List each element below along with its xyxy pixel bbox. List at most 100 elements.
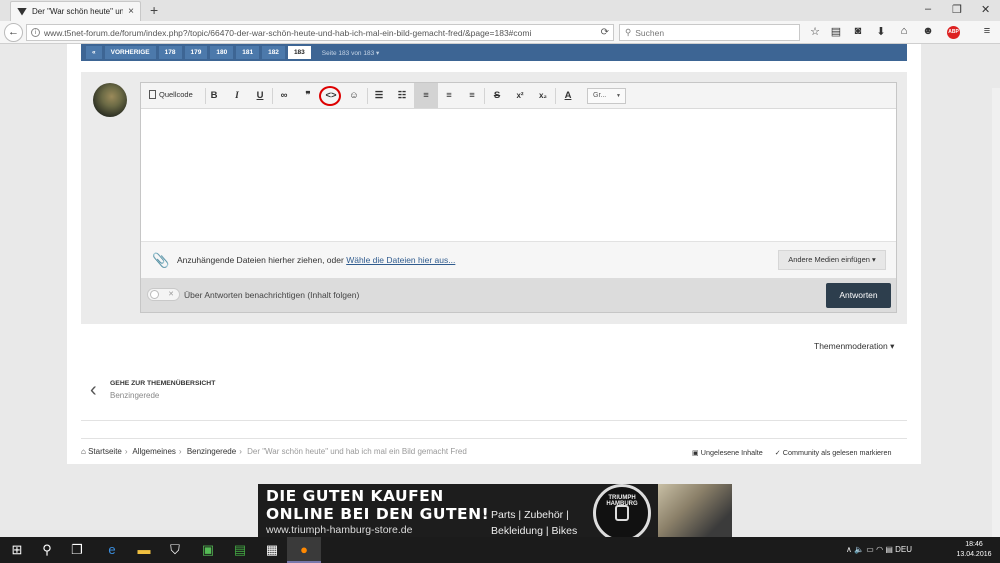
page-link[interactable]: 179 (184, 46, 208, 59)
link-icon[interactable]: ∞ (277, 89, 291, 103)
page-link[interactable]: 178 (158, 46, 182, 59)
url-text[interactable]: www.t5net-forum.de/forum/index.php?/topi… (44, 28, 597, 38)
text-color-icon[interactable]: A (560, 89, 576, 103)
paperclip-icon: 📎 (152, 252, 170, 268)
page-summary-dropdown[interactable]: Seite 183 von 183 ▾ (322, 49, 379, 57)
toolbar-divider (555, 88, 556, 104)
scrollbar[interactable] (992, 88, 1000, 537)
subscript-button[interactable]: x₂ (536, 89, 550, 103)
banner-url: www.triumph-hamburg-store.de (266, 524, 413, 536)
firefox-icon[interactable]: ● (287, 537, 321, 563)
emoji-icon[interactable]: ☻ (921, 25, 935, 37)
windows-taskbar: ⊞ ⚲ ❐ e ▬ ⛉ ▣ ▤ ▦ ● ∧ 🔈 ▭ ◠ ▤ DEU 18:46 … (0, 537, 1000, 563)
unread-content-link[interactable]: Ungelesene Inhalte (701, 448, 763, 457)
notepad-icon[interactable]: ▤ (223, 537, 257, 563)
font-select[interactable]: Gr... ▼ (587, 88, 626, 104)
prev-page-button[interactable]: VORHERIGE (104, 46, 156, 59)
store-icon[interactable]: ⛉ (158, 537, 192, 563)
align-left-icon[interactable]: ≡ (414, 83, 438, 108)
calculator-icon[interactable]: ▦ (255, 537, 289, 563)
ad-banner[interactable]: DIE GUTEN KAUFEN ONLINE BEI DEN GUTEN! w… (258, 484, 732, 537)
clock[interactable]: 18:46 13.04.2016 (953, 540, 995, 560)
bold-button[interactable]: B (207, 89, 221, 103)
source-button[interactable]: Quellcode (149, 90, 193, 99)
notification-icon[interactable]: ▤ (885, 545, 893, 554)
superscript-button[interactable]: x² (513, 89, 527, 103)
editor-toolbar: Quellcode B I U ∞ ❞ <> ☺ ☰ ☷ ≡ ≡ ≡ S x² … (141, 83, 896, 109)
breadcrumb-item[interactable]: Startseite (88, 447, 122, 456)
follow-label[interactable]: Über Antworten benachrichtigen (Inhalt f… (184, 290, 359, 300)
page-link[interactable]: 182 (262, 46, 285, 59)
search-input[interactable]: ⚲ Suchen (619, 24, 800, 41)
task-view-icon[interactable]: ❐ (60, 537, 94, 563)
photos-icon[interactable]: ▣ (191, 537, 225, 563)
reload-icon[interactable]: ⟳ (601, 27, 609, 38)
pocket-icon[interactable]: ◙ (851, 25, 865, 37)
toggle-off-icon: ✕ (168, 291, 174, 298)
attachment-bar: 📎 Anzuhängende Dateien hierher ziehen, o… (141, 241, 896, 278)
windows-start-icon[interactable]: ⊞ (0, 537, 34, 563)
breadcrumb-item[interactable]: Allgemeines (132, 447, 176, 456)
clock-time: 18:46 (965, 541, 983, 548)
site-info-icon[interactable]: i (31, 28, 40, 37)
adblock-icon[interactable]: ABP (947, 26, 960, 39)
follow-toggle[interactable]: ✕ (147, 288, 180, 301)
numbered-list-icon[interactable]: ☷ (395, 89, 409, 103)
home-icon[interactable]: ⌂ (897, 25, 911, 37)
toolbar-divider (205, 88, 206, 104)
search-icon[interactable]: ⚲ (30, 537, 64, 563)
bullet-list-icon[interactable]: ☰ (372, 89, 386, 103)
align-center-icon[interactable]: ≡ (442, 89, 456, 103)
language-indicator[interactable]: DEU (895, 545, 912, 554)
reply-area: Quellcode B I U ∞ ❞ <> ☺ ☰ ☷ ≡ ≡ ≡ S x² … (81, 72, 907, 324)
topic-moderation-dropdown[interactable]: Themenmoderation ▾ (814, 341, 894, 352)
reply-editor: Quellcode B I U ∞ ❞ <> ☺ ☰ ☷ ≡ ≡ ≡ S x² … (140, 82, 897, 313)
chevron-down-icon: ▼ (616, 93, 621, 99)
window-close-button[interactable]: ✕ (981, 3, 990, 16)
page-link[interactable]: 181 (236, 46, 260, 59)
file-explorer-icon[interactable]: ▬ (127, 537, 161, 563)
back-title[interactable]: GEHE ZUR THEMENÜBERSICHT (110, 380, 215, 387)
quote-icon[interactable]: ❞ (301, 89, 315, 103)
new-tab-button[interactable]: + (150, 2, 158, 18)
network-icon[interactable]: ▭ (866, 545, 874, 554)
underline-button[interactable]: U (253, 89, 267, 103)
browser-tab[interactable]: Der "War schön heute" un... × (10, 1, 141, 21)
italic-button[interactable]: I (230, 89, 244, 103)
mark-read-link[interactable]: Community als gelesen markieren (783, 448, 892, 457)
minimize-button[interactable]: – (925, 3, 931, 15)
current-page[interactable]: 183 (287, 46, 311, 59)
strikethrough-button[interactable]: S (490, 89, 504, 103)
emoticon-icon[interactable]: ☺ (347, 89, 361, 103)
back-button[interactable]: ← (4, 23, 23, 42)
star-icon[interactable]: ☆ (808, 25, 822, 38)
avatar[interactable] (93, 83, 127, 117)
tab-close-button[interactable]: × (128, 6, 134, 17)
back-subtitle[interactable]: Benzingerede (110, 391, 159, 400)
menu-icon[interactable]: ≡ (980, 25, 994, 37)
source-label: Quellcode (159, 90, 193, 99)
page-link[interactable]: 180 (210, 46, 234, 59)
toolbar-divider (367, 88, 368, 104)
unread-icon: ▣ (692, 448, 699, 457)
url-bar[interactable]: i www.t5net-forum.de/forum/index.php?/to… (26, 24, 614, 41)
banner-headline-1: DIE GUTEN KAUFEN (266, 487, 444, 505)
reading-list-icon[interactable]: ▤ (829, 25, 843, 38)
chevron-up-icon[interactable]: ∧ (846, 545, 852, 554)
page-viewport: « VORHERIGE 178 179 180 181 182 183 Seit… (0, 44, 1000, 537)
other-media-button[interactable]: Andere Medien einfügen ▾ (778, 250, 886, 270)
footer-actions: ▣ Ungelesene Inhalte ✓ Community als gel… (692, 448, 891, 457)
reply-textarea[interactable] (141, 109, 896, 241)
edge-icon[interactable]: e (95, 537, 129, 563)
volume-icon[interactable]: 🔈 (854, 545, 864, 554)
submit-reply-button[interactable]: Antworten (826, 283, 891, 308)
choose-files-link[interactable]: Wähle die Dateien hier aus... (346, 255, 455, 265)
wifi-icon[interactable]: ◠ (876, 545, 883, 554)
restore-button[interactable]: ❐ (952, 3, 962, 16)
attach-hint-text: Anzuhängende Dateien hierher ziehen, ode… (177, 255, 344, 265)
breadcrumb-item[interactable]: Benzingerede (187, 447, 236, 456)
download-icon[interactable]: ⬇ (874, 25, 888, 38)
align-right-icon[interactable]: ≡ (465, 89, 479, 103)
search-placeholder: Suchen (635, 27, 665, 38)
first-page-button[interactable]: « (86, 46, 102, 59)
